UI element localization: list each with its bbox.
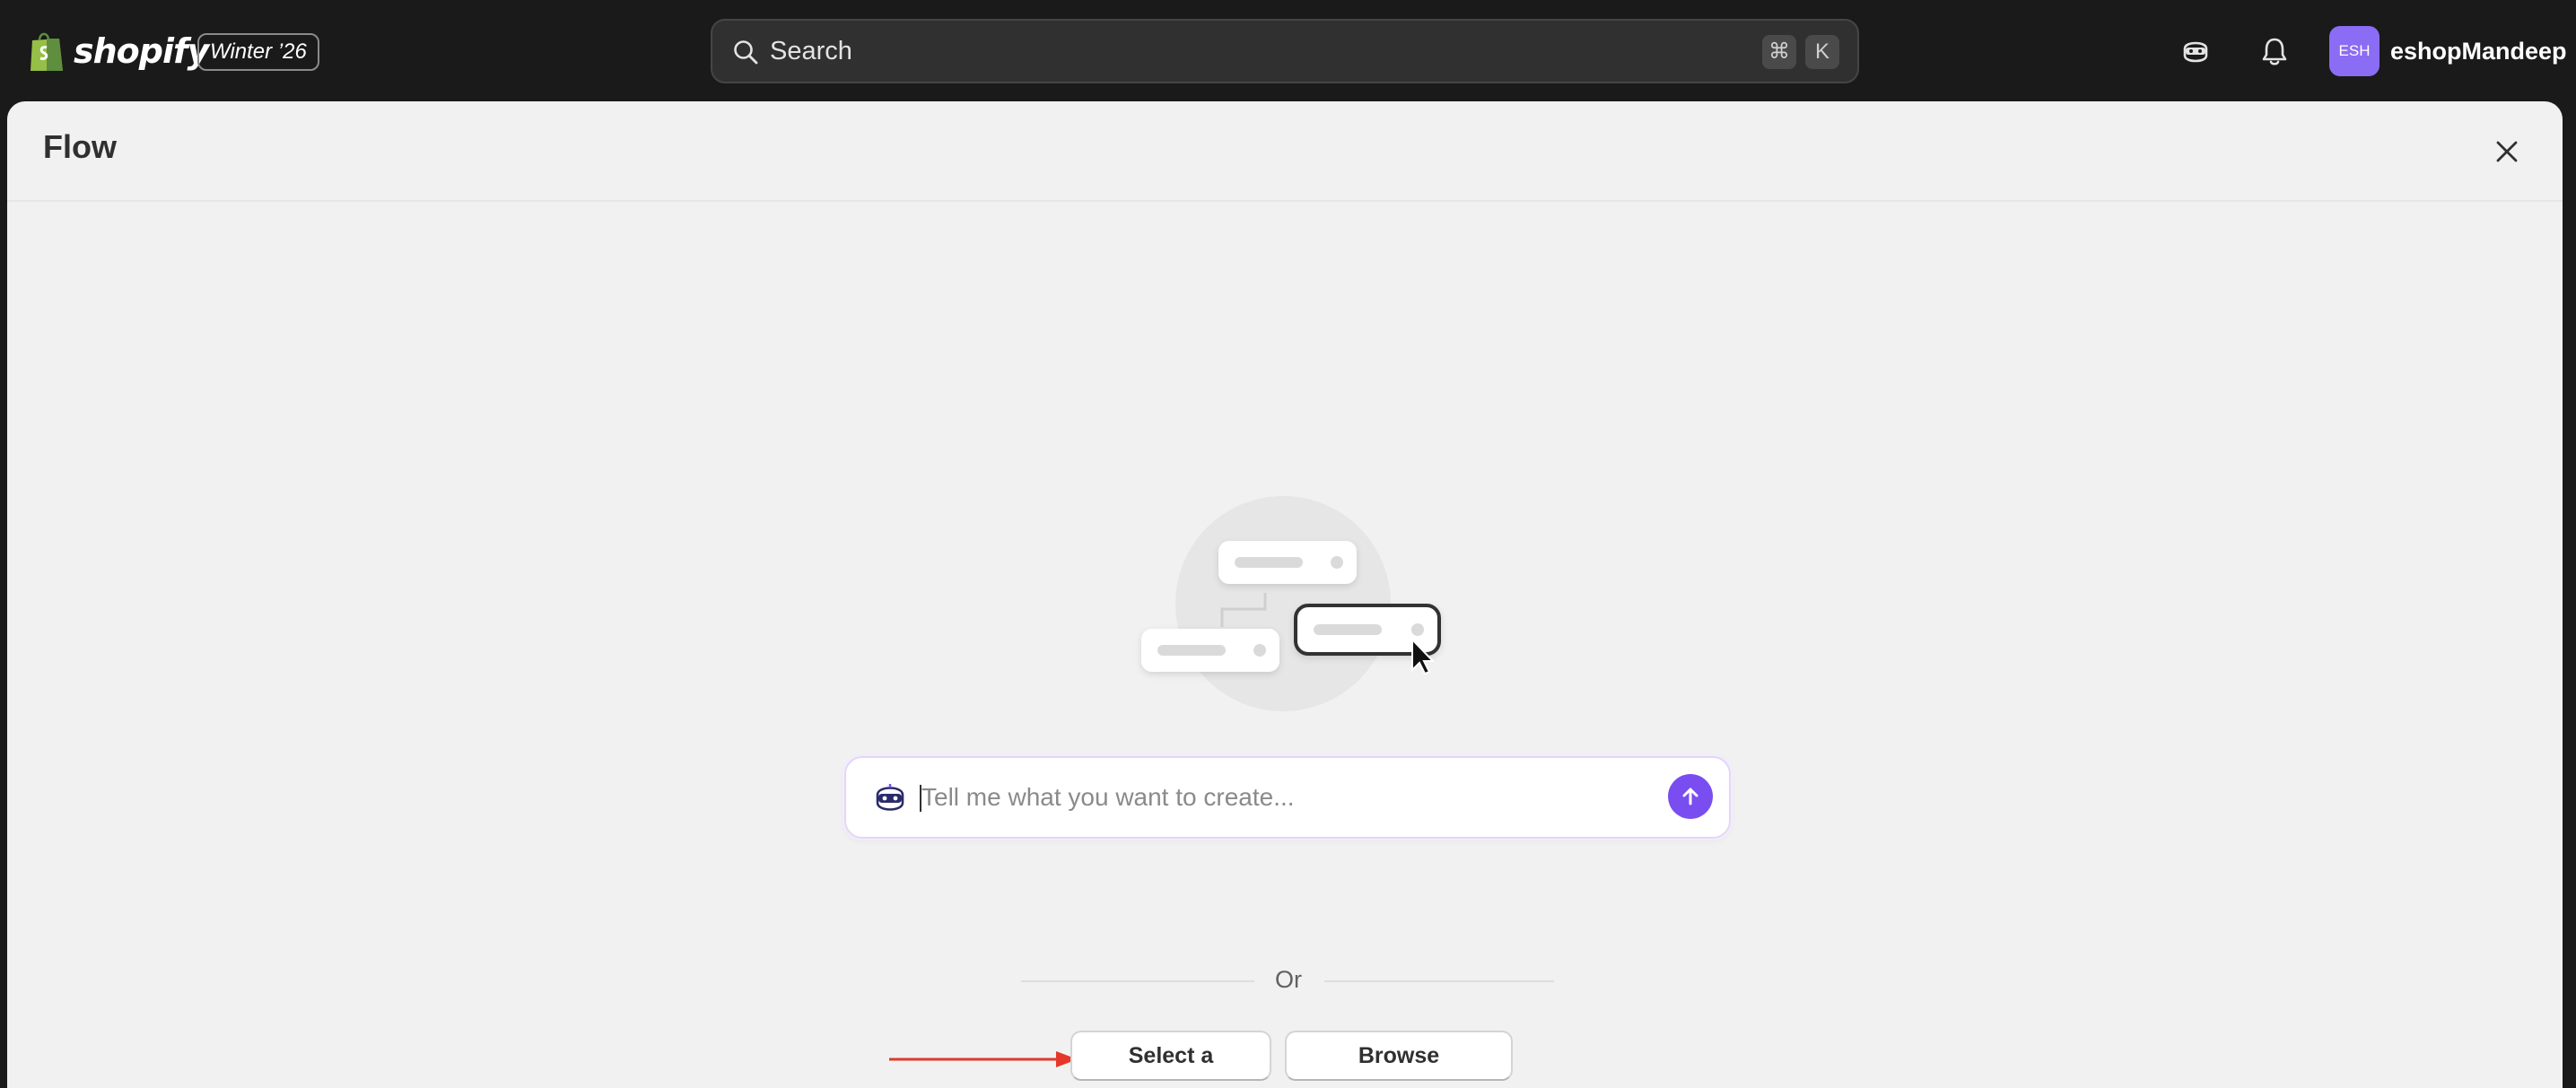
shopify-logo[interactable]: shopify: [27, 29, 209, 74]
send-button[interactable]: [1668, 774, 1713, 819]
notifications-button[interactable]: [2254, 30, 2295, 72]
global-search[interactable]: ⌘ K: [711, 19, 1859, 83]
bell-icon: [2262, 38, 2287, 65]
shopify-wordmark: shopify: [74, 31, 209, 71]
ai-prompt-box[interactable]: [844, 756, 1731, 839]
or-label: Or: [1275, 966, 1302, 993]
browse-templates-button[interactable]: Browse templates: [1285, 1031, 1513, 1081]
page-title: Flow: [43, 128, 117, 165]
modal-header: Flow: [7, 101, 2563, 202]
arrow-up-icon: [1682, 788, 1698, 805]
divider-left: [1021, 980, 1254, 982]
top-bar: shopify Winter ’26 ⌘ K ESH eshopMandeep: [0, 0, 2576, 102]
shopify-bag-icon: [31, 32, 63, 71]
prompt-input[interactable]: [920, 758, 1602, 837]
shortcut-cmd-key: ⌘: [1762, 35, 1796, 69]
search-input[interactable]: [768, 21, 1576, 82]
select-trigger-button[interactable]: Select a trigger: [1070, 1031, 1271, 1081]
text-cursor: [920, 785, 921, 812]
sidekick-button[interactable]: [2175, 30, 2216, 72]
sidekick-icon: [2183, 41, 2208, 63]
account-name: eshopMandeep: [2390, 37, 2567, 65]
close-icon: [2496, 141, 2518, 162]
account-menu[interactable]: ESH eshopMandeep: [2329, 26, 2567, 76]
sidekick-icon: [876, 784, 904, 811]
shortcut-k-key: K: [1805, 35, 1839, 69]
divider-right: [1324, 980, 1554, 982]
avatar: ESH: [2329, 26, 2380, 76]
annotation-arrow: [889, 1051, 1078, 1067]
search-icon: [734, 40, 758, 65]
close-button[interactable]: [2487, 132, 2527, 171]
edition-badge[interactable]: Winter ’26: [197, 33, 319, 71]
flow-modal: Flow Tell me what you want to create... …: [7, 101, 2563, 1088]
